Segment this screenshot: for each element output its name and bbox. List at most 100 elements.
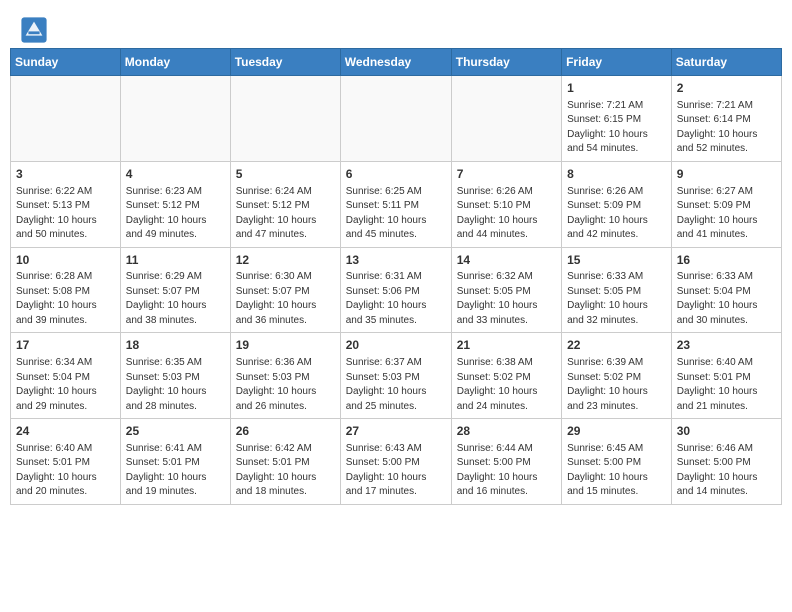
day-info: Sunrise: 6:30 AM Sunset: 5:07 PM Dayligh… xyxy=(236,270,335,328)
day-info: Sunrise: 6:40 AM Sunset: 5:01 PM Dayligh… xyxy=(16,442,115,500)
day-info: Sunrise: 6:27 AM Sunset: 5:09 PM Dayligh… xyxy=(677,185,776,243)
calendar-cell: 5 Sunrise: 6:24 AM Sunset: 5:12 PM Daylig… xyxy=(230,161,340,247)
calendar-week-1: 1 Sunrise: 7:21 AM Sunset: 6:15 PM Daylig… xyxy=(11,76,782,162)
day-number: 25 xyxy=(126,423,225,440)
day-info: Sunrise: 6:26 AM Sunset: 5:09 PM Dayligh… xyxy=(567,185,666,243)
day-number: 9 xyxy=(677,166,776,183)
day-info: Sunrise: 6:43 AM Sunset: 5:00 PM Dayligh… xyxy=(346,442,446,500)
calendar-wrapper: SundayMondayTuesdayWednesdayThursdayFrid… xyxy=(0,48,792,515)
weekday-header-friday: Friday xyxy=(562,49,672,76)
calendar-cell: 13Sunrise: 6:31 AM Sunset: 5:06 PM Dayli… xyxy=(340,247,451,333)
day-info: Sunrise: 6:29 AM Sunset: 5:07 PM Dayligh… xyxy=(126,270,225,328)
day-info: Sunrise: 6:25 AM Sunset: 5:11 PM Dayligh… xyxy=(346,185,446,243)
calendar-cell: 4 Sunrise: 6:23 AM Sunset: 5:12 PM Daylig… xyxy=(120,161,230,247)
day-info: Sunrise: 6:28 AM Sunset: 5:08 PM Dayligh… xyxy=(16,270,115,328)
calendar-week-3: 10Sunrise: 6:28 AM Sunset: 5:08 PM Dayli… xyxy=(11,247,782,333)
day-number: 1 xyxy=(567,80,666,97)
logo-icon xyxy=(20,16,48,44)
day-info: Sunrise: 6:23 AM Sunset: 5:12 PM Dayligh… xyxy=(126,185,225,243)
calendar-cell: 11Sunrise: 6:29 AM Sunset: 5:07 PM Dayli… xyxy=(120,247,230,333)
day-number: 28 xyxy=(457,423,556,440)
calendar-cell: 25 Sunrise: 6:41 AM Sunset: 5:01 PM Dayli… xyxy=(120,419,230,505)
calendar-cell: 20 Sunrise: 6:37 AM Sunset: 5:03 PM Dayli… xyxy=(340,333,451,419)
day-number: 23 xyxy=(677,337,776,354)
calendar-cell xyxy=(11,76,121,162)
day-info: Sunrise: 6:40 AM Sunset: 5:01 PM Dayligh… xyxy=(677,356,776,414)
calendar-week-2: 3 Sunrise: 6:22 AM Sunset: 5:13 PM Daylig… xyxy=(11,161,782,247)
day-info: Sunrise: 6:31 AM Sunset: 5:06 PM Dayligh… xyxy=(346,270,446,328)
day-info: Sunrise: 7:21 AM Sunset: 6:14 PM Dayligh… xyxy=(677,99,776,157)
day-info: Sunrise: 6:34 AM Sunset: 5:04 PM Dayligh… xyxy=(16,356,115,414)
calendar-body: 1 Sunrise: 7:21 AM Sunset: 6:15 PM Daylig… xyxy=(11,76,782,505)
day-number: 15 xyxy=(567,252,666,269)
calendar-cell xyxy=(230,76,340,162)
calendar-cell: 14Sunrise: 6:32 AM Sunset: 5:05 PM Dayli… xyxy=(451,247,561,333)
day-number: 5 xyxy=(236,166,335,183)
calendar-cell: 26 Sunrise: 6:42 AM Sunset: 5:01 PM Dayli… xyxy=(230,419,340,505)
day-number: 13 xyxy=(346,252,446,269)
weekday-header-tuesday: Tuesday xyxy=(230,49,340,76)
day-number: 3 xyxy=(16,166,115,183)
calendar-cell: 6 Sunrise: 6:25 AM Sunset: 5:11 PM Daylig… xyxy=(340,161,451,247)
calendar-week-5: 24 Sunrise: 6:40 AM Sunset: 5:01 PM Dayli… xyxy=(11,419,782,505)
calendar-cell: 18 Sunrise: 6:35 AM Sunset: 5:03 PM Dayli… xyxy=(120,333,230,419)
weekday-header-monday: Monday xyxy=(120,49,230,76)
calendar-cell: 16Sunrise: 6:33 AM Sunset: 5:04 PM Dayli… xyxy=(671,247,781,333)
day-number: 21 xyxy=(457,337,556,354)
day-number: 22 xyxy=(567,337,666,354)
calendar-cell: 2 Sunrise: 7:21 AM Sunset: 6:14 PM Daylig… xyxy=(671,76,781,162)
day-number: 2 xyxy=(677,80,776,97)
logo xyxy=(20,16,52,44)
day-info: Sunrise: 6:26 AM Sunset: 5:10 PM Dayligh… xyxy=(457,185,556,243)
day-info: Sunrise: 7:21 AM Sunset: 6:15 PM Dayligh… xyxy=(567,99,666,157)
calendar-cell: 3 Sunrise: 6:22 AM Sunset: 5:13 PM Daylig… xyxy=(11,161,121,247)
day-info: Sunrise: 6:22 AM Sunset: 5:13 PM Dayligh… xyxy=(16,185,115,243)
page-header xyxy=(0,0,792,48)
day-number: 11 xyxy=(126,252,225,269)
day-number: 17 xyxy=(16,337,115,354)
day-number: 26 xyxy=(236,423,335,440)
weekday-header-saturday: Saturday xyxy=(671,49,781,76)
day-info: Sunrise: 6:45 AM Sunset: 5:00 PM Dayligh… xyxy=(567,442,666,500)
calendar-cell: 22Sunrise: 6:39 AM Sunset: 5:02 PM Dayli… xyxy=(562,333,672,419)
day-number: 16 xyxy=(677,252,776,269)
weekday-header-sunday: Sunday xyxy=(11,49,121,76)
day-info: Sunrise: 6:44 AM Sunset: 5:00 PM Dayligh… xyxy=(457,442,556,500)
day-info: Sunrise: 6:42 AM Sunset: 5:01 PM Dayligh… xyxy=(236,442,335,500)
day-info: Sunrise: 6:33 AM Sunset: 5:04 PM Dayligh… xyxy=(677,270,776,328)
calendar-cell: 28 Sunrise: 6:44 AM Sunset: 5:00 PM Dayli… xyxy=(451,419,561,505)
calendar-cell xyxy=(451,76,561,162)
day-info: Sunrise: 6:32 AM Sunset: 5:05 PM Dayligh… xyxy=(457,270,556,328)
day-number: 27 xyxy=(346,423,446,440)
calendar-cell: 19 Sunrise: 6:36 AM Sunset: 5:03 PM Dayli… xyxy=(230,333,340,419)
day-number: 24 xyxy=(16,423,115,440)
day-info: Sunrise: 6:36 AM Sunset: 5:03 PM Dayligh… xyxy=(236,356,335,414)
weekday-header-thursday: Thursday xyxy=(451,49,561,76)
calendar-cell: 7Sunrise: 6:26 AM Sunset: 5:10 PM Daylig… xyxy=(451,161,561,247)
calendar-cell: 27 Sunrise: 6:43 AM Sunset: 5:00 PM Dayli… xyxy=(340,419,451,505)
day-info: Sunrise: 6:46 AM Sunset: 5:00 PM Dayligh… xyxy=(677,442,776,500)
day-number: 18 xyxy=(126,337,225,354)
calendar-cell: 29 Sunrise: 6:45 AM Sunset: 5:00 PM Dayli… xyxy=(562,419,672,505)
calendar-table: SundayMondayTuesdayWednesdayThursdayFrid… xyxy=(10,48,782,505)
calendar-cell: 9 Sunrise: 6:27 AM Sunset: 5:09 PM Daylig… xyxy=(671,161,781,247)
weekday-header-row: SundayMondayTuesdayWednesdayThursdayFrid… xyxy=(11,49,782,76)
day-number: 14 xyxy=(457,252,556,269)
day-number: 10 xyxy=(16,252,115,269)
day-number: 6 xyxy=(346,166,446,183)
day-number: 20 xyxy=(346,337,446,354)
calendar-cell: 24 Sunrise: 6:40 AM Sunset: 5:01 PM Dayli… xyxy=(11,419,121,505)
calendar-header: SundayMondayTuesdayWednesdayThursdayFrid… xyxy=(11,49,782,76)
day-info: Sunrise: 6:37 AM Sunset: 5:03 PM Dayligh… xyxy=(346,356,446,414)
day-info: Sunrise: 6:24 AM Sunset: 5:12 PM Dayligh… xyxy=(236,185,335,243)
day-number: 29 xyxy=(567,423,666,440)
day-number: 4 xyxy=(126,166,225,183)
day-info: Sunrise: 6:41 AM Sunset: 5:01 PM Dayligh… xyxy=(126,442,225,500)
day-number: 12 xyxy=(236,252,335,269)
calendar-week-4: 17 Sunrise: 6:34 AM Sunset: 5:04 PM Dayli… xyxy=(11,333,782,419)
calendar-cell: 21Sunrise: 6:38 AM Sunset: 5:02 PM Dayli… xyxy=(451,333,561,419)
day-info: Sunrise: 6:35 AM Sunset: 5:03 PM Dayligh… xyxy=(126,356,225,414)
day-number: 19 xyxy=(236,337,335,354)
calendar-cell: 1 Sunrise: 7:21 AM Sunset: 6:15 PM Daylig… xyxy=(562,76,672,162)
day-number: 30 xyxy=(677,423,776,440)
